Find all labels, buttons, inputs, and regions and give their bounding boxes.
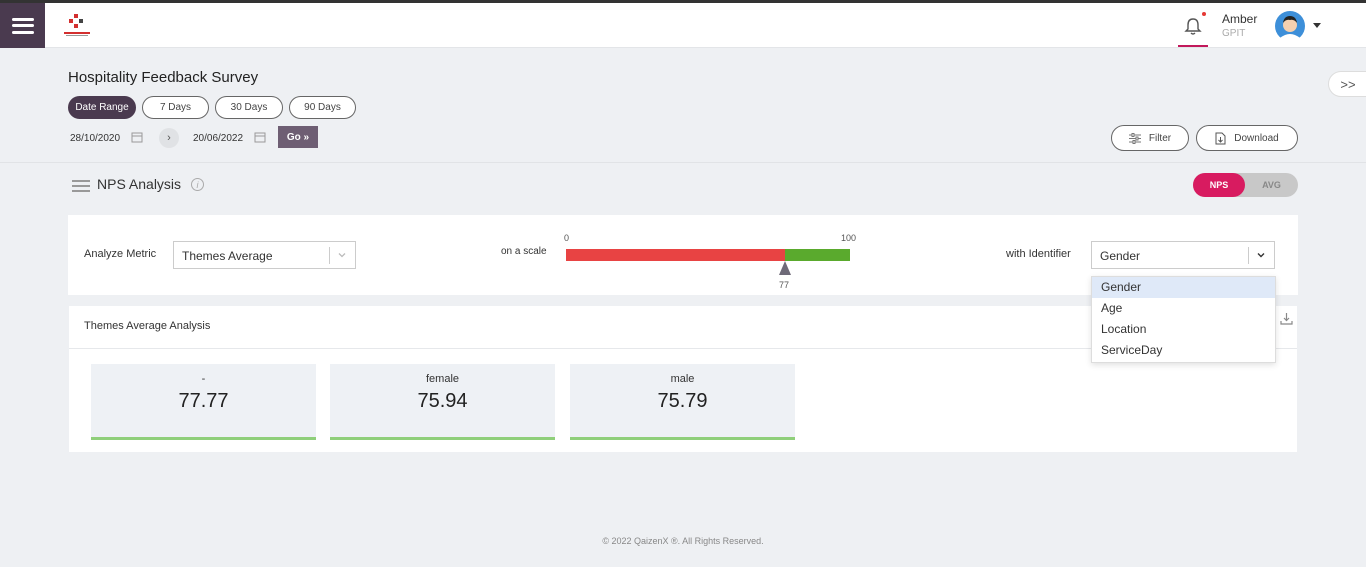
company-logo [64,14,90,36]
stat-tile: female 75.94 [330,364,555,440]
bell-icon [1184,18,1202,35]
top-bar: Amber GPIT [0,3,1366,48]
scale-marker-value: 77 [779,280,790,290]
identifier-select-value: Gender [1100,249,1141,263]
section-divider [0,162,1366,163]
select-separator [329,247,330,264]
stat-label: female [425,373,460,385]
start-date-field[interactable]: 28/10/2020 [70,133,120,144]
info-icon[interactable]: i [191,178,204,191]
dropdown-option-serviceday[interactable]: ServiceDay [1092,340,1275,361]
hamburger-menu-button[interactable] [0,3,45,48]
scale-min: 0 [564,233,570,243]
file-download-icon [1215,132,1226,144]
stat-value: 75.79 [657,390,708,412]
metric-select[interactable]: Themes Average [173,241,356,269]
identifier-select[interactable]: Gender [1091,241,1275,269]
end-date-field[interactable]: 20/06/2022 [193,133,243,144]
dropdown-option-age[interactable]: Age [1092,298,1275,319]
download-label: Download [1234,132,1279,144]
nps-toggle-option[interactable]: NPS [1193,173,1245,197]
chevron-down-icon [1257,253,1265,258]
section-title: NPS Analysis [97,176,182,192]
nps-avg-toggle[interactable]: NPS AVG [1193,173,1298,197]
notification-dot [1202,12,1206,16]
stat-tile: - 77.77 [91,364,316,440]
side-panel-toggle[interactable]: >> [1328,71,1366,97]
analyze-metric-label: Analyze Metric [84,248,157,260]
select-separator [1248,247,1249,264]
stat-tile: male 75.79 [570,364,795,440]
avg-toggle-option[interactable]: AVG [1245,173,1298,197]
30-days-button[interactable]: 30 Days [215,96,283,119]
calendar-icon[interactable] [131,131,143,143]
user-menu-caret-icon[interactable] [1313,23,1321,28]
go-button[interactable]: Go » [278,126,318,148]
stat-label: - [201,373,206,385]
stat-value: 77.77 [178,390,229,412]
scale-label: on a scale [501,246,547,257]
metric-select-value: Themes Average [182,249,273,263]
user-org: GPIT [1222,28,1246,39]
avatar[interactable] [1275,11,1305,41]
filter-sliders-icon [1128,132,1141,144]
nps-menu-icon[interactable] [72,180,90,192]
page-title: Hospitality Feedback Survey [68,69,259,86]
dropdown-option-location[interactable]: Location [1092,319,1275,340]
scale-marker-icon [779,261,791,275]
dropdown-option-gender[interactable]: Gender [1092,277,1275,298]
identifier-label: with Identifier [1006,248,1071,260]
chevron-down-icon [338,253,346,258]
next-arrow-button[interactable]: › [159,128,179,148]
filter-button[interactable]: Filter [1111,125,1189,151]
stat-value: 75.94 [417,390,468,412]
analysis-title: Themes Average Analysis [84,320,211,332]
stat-label: male [670,373,695,385]
footer-copyright: © 2022 QaizenX ®. All Rights Reserved. [602,536,764,546]
download-button[interactable]: Download [1196,125,1298,151]
calendar-icon[interactable] [254,131,266,143]
identifier-dropdown-menu: Gender Age Location ServiceDay [1091,276,1276,363]
date-range-button[interactable]: Date Range [68,96,136,119]
90-days-button[interactable]: 90 Days [289,96,356,119]
user-name: Amber [1222,12,1258,26]
scale-max: 100 [841,233,857,243]
menu-icon [11,17,34,34]
filter-label: Filter [1148,132,1172,144]
scale-bar [566,249,850,261]
scale-bar-low-segment [566,249,785,261]
scale-bar-high-segment [785,249,850,261]
7-days-button[interactable]: 7 Days [142,96,209,119]
download-icon[interactable] [1280,312,1293,325]
